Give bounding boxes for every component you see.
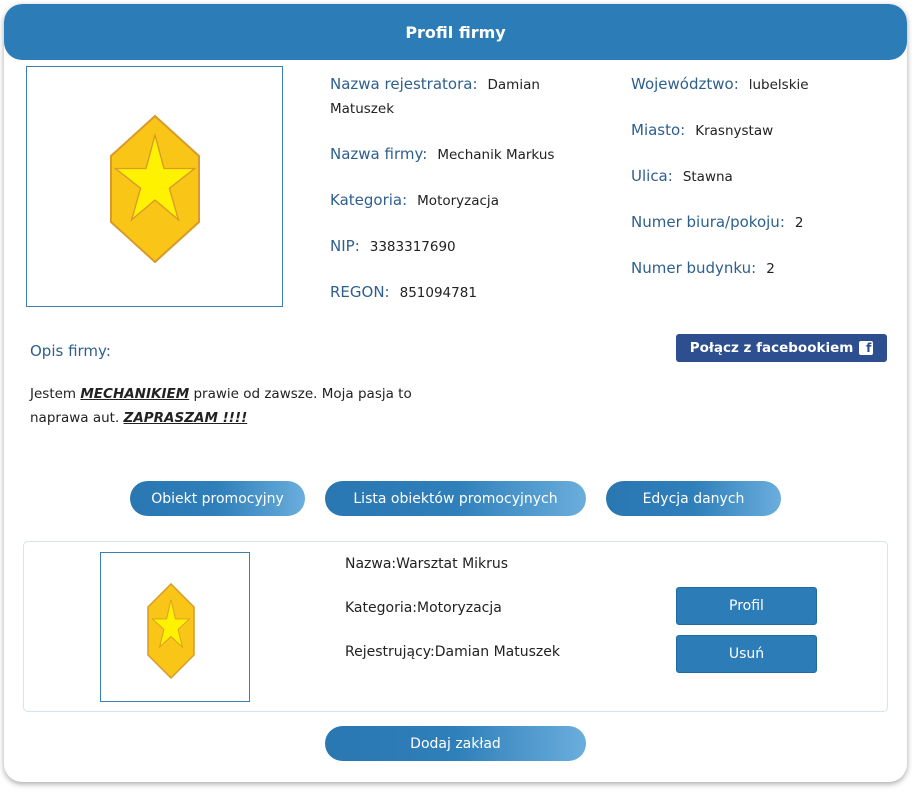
description-label: Opis firmy: [30, 342, 111, 360]
delete-button[interactable]: Usuń [676, 635, 817, 673]
star-gem-icon [147, 583, 195, 679]
promo-object-button[interactable]: Obiekt promocyjny [130, 481, 305, 516]
city-field: Miasto: Krasnystaw [631, 121, 774, 139]
office-number-field: Numer biura/pokoju: 2 [631, 213, 804, 231]
promo-list-button[interactable]: Lista obiektów promocyjnych [325, 481, 586, 516]
street-field: Ulica: Stawna [631, 167, 733, 185]
establishment-logo [100, 552, 250, 702]
description-text: Jestem MECHANIKIEM prawie od zawsze. Moj… [30, 386, 412, 426]
establishment-name: Nazwa:Warsztat Mikrus [345, 556, 509, 572]
company-name-field: Nazwa firmy: Mechanik Markus [330, 145, 555, 163]
add-establishment-button[interactable]: Dodaj zakład [325, 726, 586, 761]
star-gem-icon [110, 114, 200, 264]
establishment-registrant: Rejestrujący:Damian Matuszek [345, 644, 560, 660]
facebook-icon: f [859, 341, 874, 355]
category-field: Kategoria: Motoryzacja [330, 191, 499, 209]
edit-data-button[interactable]: Edycja danych [606, 481, 781, 516]
profile-button[interactable]: Profil [676, 587, 817, 625]
voivodeship-field: Województwo: lubelskie [631, 75, 809, 93]
building-number-field: Numer budynku: 2 [631, 259, 775, 277]
establishment-category: Kategoria:Motoryzacja [345, 600, 502, 616]
profile-card: Profil firmy Nazwa rejestratora: Damian M… [4, 4, 907, 782]
company-logo [26, 66, 283, 307]
registrant-name-field: Nazwa rejestratora: Damian Matuszek [330, 75, 540, 117]
establishment-card: Nazwa:Warsztat Mikrus Kategoria:Motoryza… [23, 541, 888, 712]
regon-field: REGON: 851094781 [330, 283, 477, 301]
nip-field: NIP: 3383317690 [330, 237, 456, 255]
page-title: Profil firmy [4, 4, 907, 60]
connect-facebook-button[interactable]: Połącz z facebookiem f [676, 334, 887, 362]
